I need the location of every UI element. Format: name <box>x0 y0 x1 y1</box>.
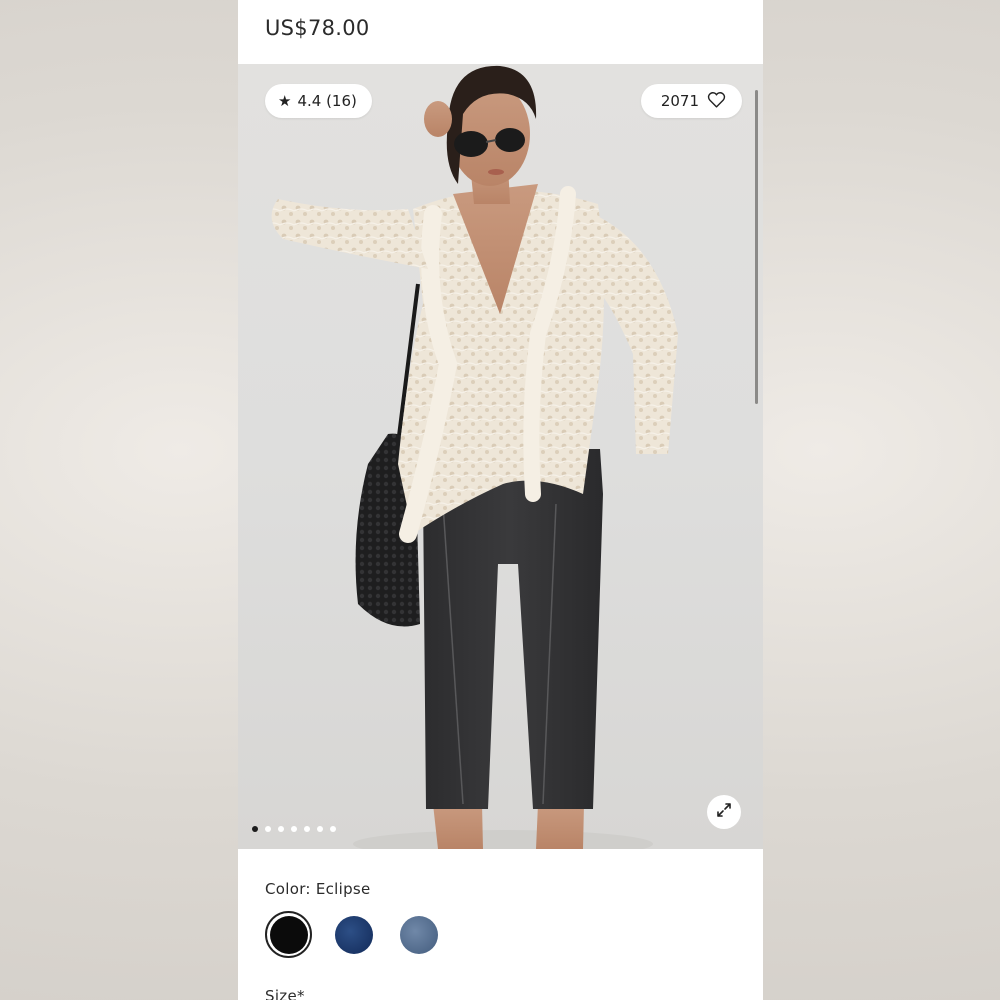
swatch-color <box>269 915 308 954</box>
swatch-eclipse[interactable] <box>265 911 312 958</box>
pagination-dot[interactable] <box>330 826 336 832</box>
rating-text: 4.4 (16) <box>297 92 357 110</box>
pagination-dot[interactable] <box>291 826 297 832</box>
favorite-button[interactable]: 2071 <box>640 84 742 118</box>
swatch-denim[interactable] <box>395 911 442 958</box>
product-page: US$78.00 ★ 4.4 (16) 2071 Color: Eclipse … <box>238 0 763 1000</box>
gallery-scrollbar[interactable] <box>755 90 758 404</box>
likes-count: 2071 <box>660 92 699 110</box>
pagination-dot[interactable] <box>317 826 323 832</box>
product-photo <box>271 65 678 849</box>
swatch-color <box>334 915 373 954</box>
expand-image-button[interactable] <box>707 795 741 829</box>
product-price: US$78.00 <box>265 16 370 40</box>
size-label: Size* <box>265 987 305 1000</box>
swatch-navy[interactable] <box>330 911 377 958</box>
rating-badge[interactable]: ★ 4.4 (16) <box>265 84 372 118</box>
star-icon: ★ <box>278 92 292 110</box>
heart-icon <box>707 91 726 112</box>
color-label: Color: Eclipse <box>265 880 371 898</box>
color-swatches <box>265 911 442 958</box>
pagination-dot[interactable] <box>252 826 258 832</box>
gallery-pagination <box>252 826 336 832</box>
expand-icon <box>715 801 733 823</box>
product-image-gallery[interactable]: ★ 4.4 (16) 2071 <box>238 64 763 849</box>
pagination-dot[interactable] <box>278 826 284 832</box>
pagination-dot[interactable] <box>265 826 271 832</box>
swatch-color <box>399 915 438 954</box>
pagination-dot[interactable] <box>304 826 310 832</box>
